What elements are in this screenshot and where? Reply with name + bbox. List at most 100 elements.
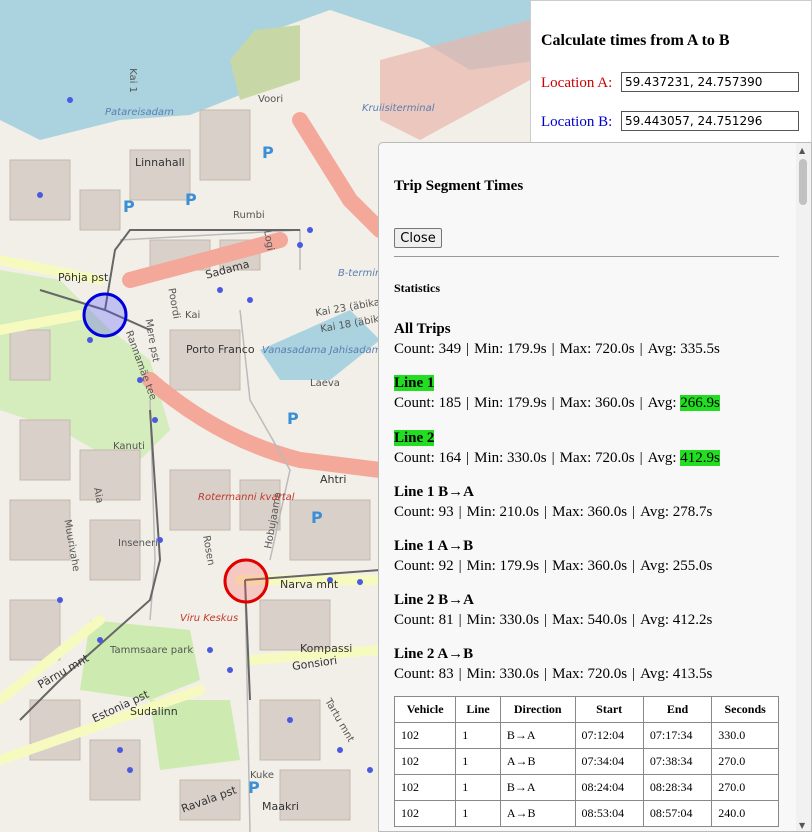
table-cell: A→B: [499, 800, 576, 827]
table-cell: 08:53:04: [574, 800, 644, 827]
stat-min: Min: 179.9s: [466, 558, 540, 574]
table-cell: 1: [455, 800, 501, 827]
calc-panel: Calculate times from A to B Location A: …: [530, 0, 812, 150]
stat-min: Min: 210.0s: [466, 504, 540, 520]
panel-title: Trip Segment Times: [394, 178, 524, 194]
parking-icon: P: [287, 409, 299, 428]
stat-min: Min: 330.0s: [466, 612, 540, 628]
location-b-row: Location B:: [541, 111, 799, 131]
stat-block: Line 1 A→B Count: 92 | Min: 179.9s | Max: 360…: [394, 536, 712, 576]
stat-min: Min: 330.0s: [466, 666, 540, 682]
separator: |: [632, 612, 636, 628]
map-label: Laeva: [310, 378, 340, 389]
stat-avg-label: Avg:: [640, 612, 670, 628]
location-a-input[interactable]: [621, 72, 799, 92]
stat-name: Line 2: [394, 430, 435, 446]
table-cell: 330.0: [711, 722, 779, 749]
separator: |: [632, 666, 636, 682]
table-row: 102 1 A→B 08:53:04 08:57:04 240.0: [393, 800, 779, 827]
stat-block: Line 2 Count: 164 | Min: 330.0s | Max: 720.0s…: [394, 428, 720, 468]
stat-count: Count: 185: [394, 395, 462, 411]
separator: |: [466, 450, 470, 466]
table-cell: 1: [455, 774, 501, 801]
statistics-heading: Statistics: [394, 281, 440, 295]
stat-max: Max: 540.0s: [552, 612, 628, 628]
stat-avg-label: Avg:: [640, 666, 670, 682]
separator: |: [551, 395, 555, 411]
table-cell: 07:38:34: [642, 748, 713, 775]
stat-avg: 335.5s: [680, 341, 720, 357]
stat-avg-label: Avg:: [640, 504, 670, 520]
scroll-up-icon[interactable]: ▲: [799, 146, 805, 155]
table-cell: 07:34:04: [574, 748, 644, 775]
map-label: Patareisadam: [105, 107, 174, 118]
column-header: End: [642, 696, 713, 723]
separator: |: [544, 666, 548, 682]
location-b-label: Location B:: [541, 114, 613, 130]
table-cell: 1: [455, 748, 501, 775]
map-label: Maakri: [262, 800, 299, 813]
stat-block: Line 2 A→B Count: 83 | Min: 330.0s | Max: 720…: [394, 644, 712, 684]
stat-avg: 278.7s: [672, 504, 713, 520]
stat-min: Min: 330.0s: [474, 450, 547, 466]
column-header: Line: [455, 696, 501, 723]
stat-max: Max: 360.0s: [552, 504, 628, 520]
map-label: Rotermanni kvartal: [198, 492, 295, 503]
stat-min: Min: 179.9s: [474, 341, 547, 357]
trip-segment-panel: Trip Segment Times Close Statistics All …: [378, 142, 812, 832]
separator: |: [632, 504, 636, 520]
table-cell: 07:12:04: [574, 722, 644, 749]
stat-avg: 266.9s: [680, 395, 720, 411]
location-a-marker: [223, 558, 269, 604]
table-cell: 08:24:04: [574, 774, 644, 801]
column-header: Vehicle: [393, 696, 457, 723]
separator: |: [639, 341, 643, 357]
column-header: Seconds: [711, 696, 779, 723]
stat-max: Max: 360.0s: [559, 395, 635, 411]
trips-table: Vehicle Line Direction Start End Seconds 102 1…: [393, 696, 779, 827]
stat-avg-label: Avg:: [647, 341, 677, 357]
separator: |: [551, 450, 555, 466]
stat-avg: 413.5s: [672, 666, 713, 682]
separator: |: [458, 558, 462, 574]
stat-name: Line 1: [394, 375, 435, 391]
stat-count: Count: 81: [394, 612, 454, 628]
scroll-thumb[interactable]: [799, 159, 807, 205]
table-cell: A→B: [499, 748, 576, 775]
location-a-row: Location A:: [541, 72, 799, 92]
parking-icon: P: [185, 190, 197, 209]
table-cell: 270.0: [711, 748, 779, 775]
table-cell: B→A: [499, 722, 576, 749]
parking-icon: P: [248, 778, 260, 797]
separator: |: [639, 395, 643, 411]
stat-name: Line 1 B→A: [394, 484, 475, 500]
map-label: Tammsaare park: [110, 645, 194, 656]
column-header: Start: [574, 696, 644, 723]
separator: |: [458, 612, 462, 628]
map-label: Kompassi: [300, 642, 353, 655]
map-label: Ahtri: [320, 473, 347, 486]
parking-icon: P: [123, 197, 135, 216]
map-label: Linnahall: [135, 156, 185, 169]
close-button[interactable]: Close: [394, 228, 442, 248]
separator: |: [544, 504, 548, 520]
table-cell: 240.0: [711, 800, 779, 827]
separator: |: [466, 395, 470, 411]
stat-min: Min: 179.9s: [474, 395, 547, 411]
scroll-down-icon[interactable]: ▼: [799, 821, 805, 830]
stat-avg-label: Avg:: [647, 395, 677, 411]
table-row: 102 1 B→A 07:12:04 07:17:34 330.0: [393, 722, 779, 749]
separator: |: [632, 558, 636, 574]
stat-name: Line 1 A→B: [394, 538, 474, 554]
location-b-input[interactable]: [621, 111, 799, 131]
map-label: Voori: [258, 94, 284, 105]
separator: |: [551, 341, 555, 357]
map-label: Sudalinn: [130, 705, 178, 718]
map-label: Inseneri: [118, 538, 159, 549]
table-cell: 270.0: [711, 774, 779, 801]
separator: |: [544, 558, 548, 574]
table-cell: B→A: [499, 774, 576, 801]
scrollbar[interactable]: ▲ ▼: [796, 143, 811, 831]
separator: |: [639, 450, 643, 466]
parking-icon: P: [262, 143, 274, 162]
